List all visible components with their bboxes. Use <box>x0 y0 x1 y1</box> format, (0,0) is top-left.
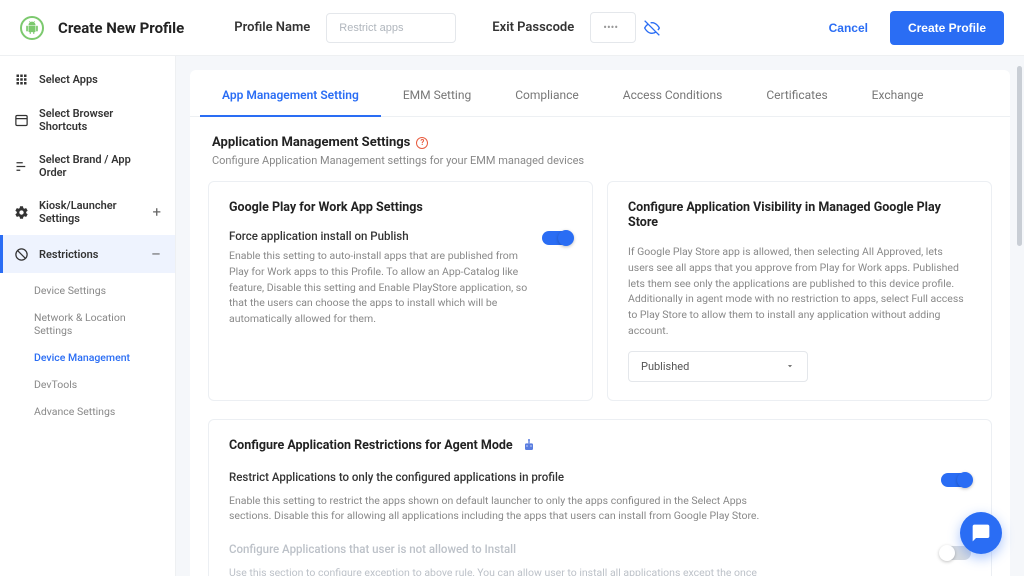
tab-app-management[interactable]: App Management Setting <box>200 70 381 116</box>
profile-name-label: Profile Name <box>234 20 310 35</box>
main-content: App Management Setting EMM Setting Compl… <box>176 56 1024 576</box>
tab-compliance[interactable]: Compliance <box>493 70 601 116</box>
expand-icon: + <box>152 203 161 221</box>
collapse-icon: – <box>151 245 161 263</box>
sidebar-sub-network-location[interactable]: Network & Location Settings <box>0 304 175 344</box>
restrict-apps-desc: Enable this setting to restrict the apps… <box>229 493 786 525</box>
scrollbar[interactable] <box>1014 60 1024 576</box>
tab-exchange[interactable]: Exchange <box>850 70 946 116</box>
gear-icon <box>14 205 29 220</box>
create-profile-button[interactable]: Create Profile <box>890 11 1004 45</box>
exit-passcode-input[interactable]: •••• <box>590 12 636 43</box>
visibility-desc: If Google Play Store app is allowed, the… <box>628 244 971 339</box>
sidebar-sub-devtools[interactable]: DevTools <box>0 371 175 398</box>
profile-name-input[interactable] <box>326 13 456 43</box>
tab-access-conditions[interactable]: Access Conditions <box>601 70 745 116</box>
sidebar-item-label: Select Apps <box>39 73 98 86</box>
disallow-install-label: Configure Applications that user is not … <box>229 542 941 556</box>
sidebar-sub-device-settings[interactable]: Device Settings <box>0 277 175 304</box>
section-subtitle: Configure Application Management setting… <box>212 154 988 167</box>
visibility-select[interactable]: Published <box>628 351 808 382</box>
chevron-down-icon <box>785 361 795 371</box>
tab-bar: App Management Setting EMM Setting Compl… <box>190 70 1010 117</box>
sidebar-item-brand-order[interactable]: Select Brand / App Order <box>0 143 175 189</box>
sidebar-item-browser-shortcuts[interactable]: Select Browser Shortcuts <box>0 97 175 143</box>
block-icon <box>14 247 29 262</box>
sidebar-item-kiosk-settings[interactable]: Kiosk/Launcher Settings + <box>0 189 175 235</box>
card-title: Configure Application Visibility in Mana… <box>628 200 971 230</box>
brand-logo <box>20 16 44 40</box>
top-bar: Create New Profile Profile Name Exit Pas… <box>0 0 1024 56</box>
visibility-card: Configure Application Visibility in Mana… <box>607 181 992 401</box>
browser-icon <box>14 113 29 128</box>
help-icon[interactable]: ? <box>416 137 428 149</box>
apps-icon <box>14 72 29 87</box>
sidebar-item-restrictions[interactable]: Restrictions – <box>0 235 175 273</box>
restrict-apps-toggle[interactable] <box>941 473 971 487</box>
sidebar-sub-device-management[interactable]: Device Management <box>0 344 175 371</box>
sidebar-item-label: Kiosk/Launcher Settings <box>39 199 142 225</box>
list-icon <box>14 159 29 174</box>
agent-mode-card: Configure Application Restrictions for A… <box>208 419 992 576</box>
force-install-label: Force application install on Publish <box>229 229 530 243</box>
force-install-toggle[interactable] <box>542 231 572 245</box>
sidebar: Select Apps Select Browser Shortcuts Sel… <box>0 56 176 576</box>
chat-fab[interactable] <box>960 512 1002 554</box>
card-title: Configure Application Restrictions for A… <box>229 438 971 454</box>
tab-emm-setting[interactable]: EMM Setting <box>381 70 493 116</box>
robot-icon <box>521 438 537 454</box>
sidebar-item-select-apps[interactable]: Select Apps <box>0 62 175 97</box>
sidebar-item-label: Restrictions <box>39 248 98 261</box>
exit-passcode-label: Exit Passcode <box>492 20 574 35</box>
cancel-button[interactable]: Cancel <box>829 21 868 35</box>
select-value: Published <box>641 360 689 373</box>
android-icon <box>25 21 39 35</box>
sidebar-item-label: Select Browser Shortcuts <box>39 107 161 133</box>
card-title: Google Play for Work App Settings <box>229 200 572 215</box>
eye-off-icon[interactable] <box>644 20 660 36</box>
restrict-apps-label: Restrict Applications to only the config… <box>229 470 941 484</box>
sidebar-sub-advance-settings[interactable]: Advance Settings <box>0 398 175 425</box>
force-install-desc: Enable this setting to auto-install apps… <box>229 248 530 327</box>
sidebar-item-label: Select Brand / App Order <box>39 153 161 179</box>
section-title: Application Management Settings ? <box>212 135 988 150</box>
google-play-card: Google Play for Work App Settings Force … <box>208 181 593 401</box>
tab-certificates[interactable]: Certificates <box>744 70 849 116</box>
disallow-install-desc: Use this section to configure exception … <box>229 565 786 576</box>
page-title: Create New Profile <box>58 19 184 37</box>
chat-icon <box>971 523 991 543</box>
